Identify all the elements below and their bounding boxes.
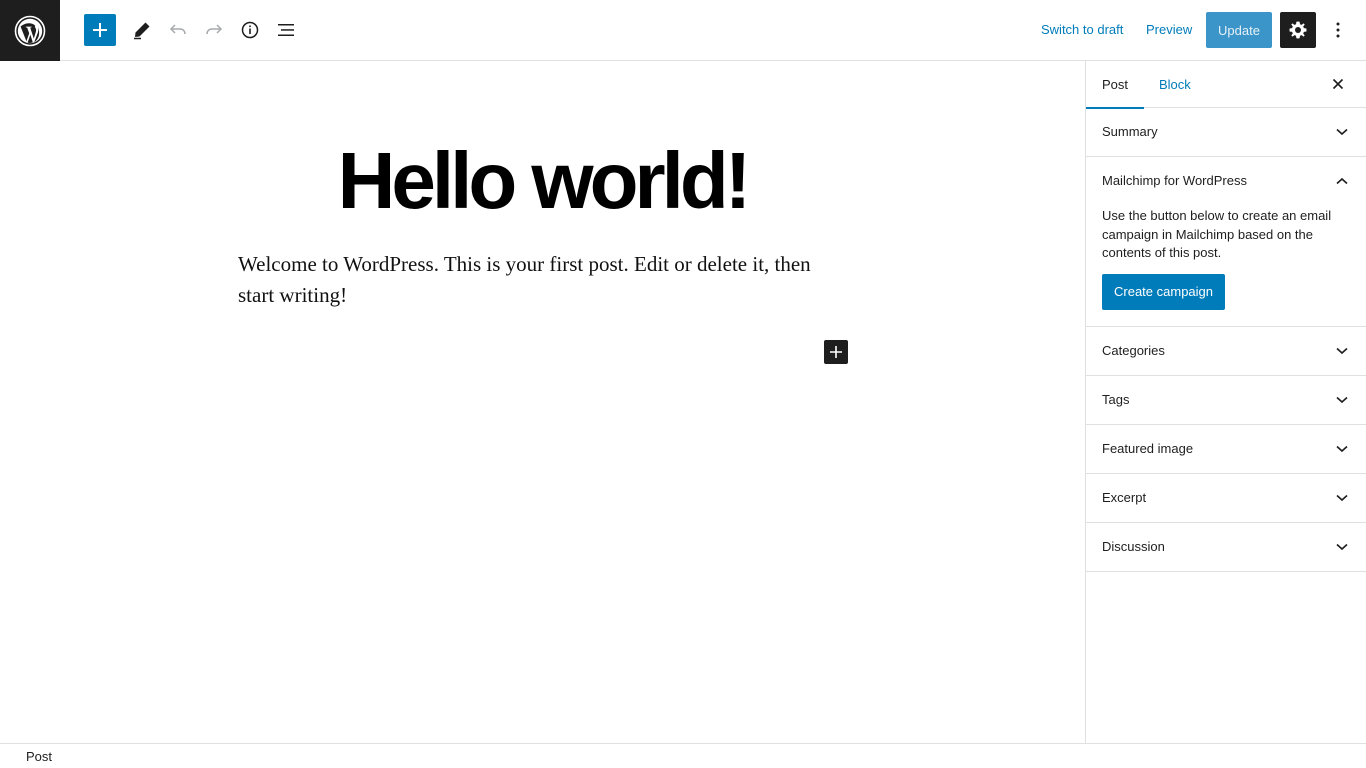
- tab-post[interactable]: Post: [1085, 61, 1145, 109]
- panel-title: Mailchimp for WordPress: [1102, 173, 1247, 188]
- switch-to-draft-button[interactable]: Switch to draft: [1041, 21, 1123, 39]
- mailchimp-description: Use the button below to create an email …: [1102, 208, 1332, 260]
- update-button[interactable]: Update: [1206, 12, 1272, 48]
- panel-title: Categories: [1102, 342, 1165, 358]
- block-inserter-button[interactable]: [84, 14, 116, 46]
- undo-button[interactable]: [162, 14, 194, 46]
- info-icon: [241, 21, 259, 39]
- pencil-icon: [134, 22, 150, 40]
- panel-categories: Categories: [1086, 327, 1366, 376]
- block-breadcrumb-bar: Post: [0, 743, 1366, 768]
- chevron-up-icon: [1334, 173, 1350, 189]
- close-settings-button[interactable]: [1326, 72, 1350, 96]
- editor-canvas: Hello world! Welcome to WordPress. This …: [0, 61, 1085, 743]
- list-view-button[interactable]: [270, 14, 302, 46]
- panel-toggle-tags[interactable]: Tags: [1086, 376, 1366, 424]
- editor-header: Switch to draft Preview Update: [0, 0, 1366, 61]
- gear-icon: [1289, 21, 1307, 39]
- panel-toggle-discussion[interactable]: Discussion: [1086, 523, 1366, 571]
- chevron-down-icon: [1334, 392, 1350, 408]
- panel-title: Summary: [1102, 124, 1158, 139]
- panel-title: Tags: [1102, 391, 1130, 407]
- undo-icon: [169, 24, 186, 35]
- chevron-down-icon: [1334, 441, 1350, 457]
- panel-mailchimp: Mailchimp for WordPress Use the button b…: [1086, 157, 1366, 327]
- chevron-down-icon: [1334, 490, 1350, 506]
- panel-toggle-mailchimp[interactable]: Mailchimp for WordPress: [1086, 157, 1366, 205]
- tools-button[interactable]: [126, 14, 158, 46]
- chevron-down-icon: [1334, 539, 1350, 555]
- tab-block[interactable]: Block: [1159, 61, 1191, 108]
- post-title[interactable]: Hello world!: [0, 133, 1085, 229]
- panel-title: Excerpt: [1102, 489, 1147, 505]
- panel-summary: Summary: [1086, 108, 1366, 157]
- chevron-down-icon: [1334, 124, 1350, 140]
- breadcrumb-post[interactable]: Post: [26, 749, 52, 764]
- panel-tags: Tags: [1086, 376, 1366, 425]
- preview-button[interactable]: Preview: [1146, 21, 1192, 39]
- settings-sidebar: Post Block Summary Mailchimp for WordPre…: [1085, 61, 1366, 743]
- chevron-down-icon: [1334, 343, 1350, 359]
- sidebar-tabs: Post Block: [1085, 61, 1366, 109]
- wordpress-logo-icon[interactable]: [0, 0, 60, 61]
- paragraph-block[interactable]: Welcome to WordPress. This is your first…: [238, 249, 838, 311]
- panel-toggle-summary[interactable]: Summary: [1086, 108, 1366, 156]
- options-button[interactable]: [1322, 14, 1354, 46]
- close-icon: [1332, 78, 1344, 90]
- panel-toggle-excerpt[interactable]: Excerpt: [1086, 474, 1366, 522]
- redo-button[interactable]: [198, 14, 230, 46]
- panel-featured-image: Featured image: [1086, 425, 1366, 474]
- panel-title: Discussion: [1102, 538, 1165, 554]
- panel-toggle-categories[interactable]: Categories: [1086, 327, 1366, 375]
- plus-icon: [93, 23, 107, 37]
- settings-button[interactable]: [1280, 12, 1316, 48]
- list-view-icon: [278, 24, 294, 36]
- details-button[interactable]: [234, 14, 266, 46]
- panel-body-mailchimp: Use the button below to create an email …: [1086, 207, 1366, 326]
- panel-title: Featured image: [1102, 440, 1194, 456]
- panel-toggle-featured-image[interactable]: Featured image: [1086, 425, 1366, 473]
- panel-excerpt: Excerpt: [1086, 474, 1366, 523]
- redo-icon: [206, 24, 223, 35]
- create-campaign-button[interactable]: Create campaign: [1102, 273, 1225, 310]
- panel-discussion: Discussion: [1086, 523, 1366, 572]
- plus-icon: [830, 346, 842, 358]
- more-vertical-icon: [1336, 22, 1340, 38]
- add-block-button[interactable]: [824, 340, 848, 364]
